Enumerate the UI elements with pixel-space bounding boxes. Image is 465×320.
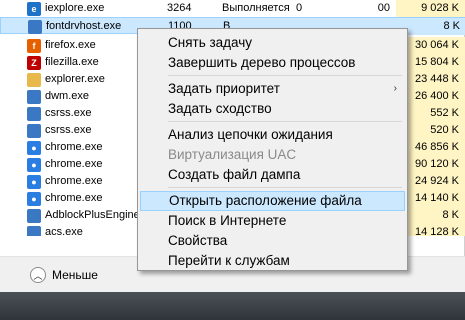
menu-item[interactable]: Задать приоритет › [140,79,405,99]
chrome-icon: ● [27,158,41,172]
generic-window-icon [27,226,41,236]
menu-item-label: Задать приоритет [168,81,280,96]
menu-item[interactable]: Снять задачу [140,33,405,53]
process-cpu: 00 [377,2,390,14]
background-water [0,292,465,320]
chrome-icon: ● [27,175,41,189]
menu-item[interactable]: Открыть расположение файла [140,191,405,211]
generic-window-icon [27,209,41,223]
menu-item-label: Открыть расположение файла [169,193,362,208]
menu-separator [168,75,402,76]
process-pid: 3264 [167,2,192,14]
menu-item[interactable]: Свойства [140,231,405,251]
process-name: iexplore.exe [45,2,105,14]
context-menu: Снять задачу Завершить дерево процессов За… [137,28,408,271]
menu-item-label: Виртуализация UAC [168,147,297,162]
menu-item[interactable]: Перейти к службам [140,251,405,271]
process-user: 0 [296,2,303,14]
menu-item[interactable]: Завершить дерево процессов [140,53,405,73]
submenu-arrow-icon: › [393,83,397,94]
generic-window-icon [27,124,41,138]
menu-item-label: Задать сходство [168,101,272,116]
menu-item-label: Снять задачу [168,35,253,50]
menu-item-label: Свойства [168,233,228,248]
menu-item-label: Создать файл дампа [168,167,301,182]
menu-item: Виртуализация UAC [140,145,405,165]
chrome-icon: ● [27,192,41,206]
fewer-details-button[interactable]: ︿ Меньше [30,265,98,285]
firefox-icon: f [27,39,41,53]
folder-icon [27,73,41,87]
menu-separator [168,121,402,122]
menu-item[interactable]: Поиск в Интернете [140,211,405,231]
menu-item-label: Анализ цепочки ожидания [168,127,333,142]
menu-item[interactable]: Задать сходство [140,99,405,119]
menu-item-label: Завершить дерево процессов [168,55,356,70]
generic-window-icon [28,20,42,34]
filezilla-icon: Z [27,56,41,70]
chrome-icon: ● [27,141,41,155]
menu-separator [168,187,402,188]
menu-item-label: Перейти к службам [168,253,290,268]
menu-item[interactable]: Создать файл дампа [140,165,405,185]
generic-window-icon [27,107,41,121]
process-memory: 9 028 K [396,0,465,17]
process-status: Выполняется [222,2,290,14]
internet-explorer-icon: e [27,2,41,16]
table-row[interactable]: e iexplore.exe 3264 Выполняется 0 00 9 028 K [0,0,465,17]
menu-item-label: Поиск в Интернете [168,213,287,228]
generic-window-icon [27,90,41,104]
menu-item[interactable]: Анализ цепочки ожидания [140,125,405,145]
fewer-details-label: Меньше [52,268,98,282]
chevron-up-icon: ︿ [30,267,46,283]
